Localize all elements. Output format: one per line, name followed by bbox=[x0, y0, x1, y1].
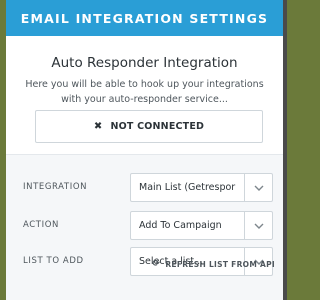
refresh-list-label: REFRESH LIST FROM API bbox=[165, 259, 275, 269]
integration-row: INTEGRATION Main List (Getrespor bbox=[6, 173, 283, 202]
section-title: Auto Responder Integration bbox=[51, 55, 238, 71]
action-select-value: Add To Campaign bbox=[139, 220, 222, 231]
panel-header: EMAIL INTEGRATION SETTINGS bbox=[6, 0, 283, 36]
chevron-down-icon[interactable] bbox=[244, 174, 272, 201]
integration-form: INTEGRATION Main List (Getrespor ACTION … bbox=[6, 155, 283, 300]
list-label: LIST TO ADD bbox=[23, 256, 84, 266]
refresh-icon: ⟳ bbox=[152, 259, 161, 269]
action-row: ACTION Add To Campaign bbox=[6, 211, 283, 240]
panel-title: EMAIL INTEGRATION SETTINGS bbox=[20, 10, 269, 26]
chevron-down-icon[interactable] bbox=[244, 212, 272, 239]
connection-status-button[interactable]: ✖ NOT CONNECTED bbox=[35, 110, 263, 143]
refresh-list-link[interactable]: ⟳ REFRESH LIST FROM API bbox=[153, 259, 276, 269]
integration-select-value: Main List (Getrespor bbox=[139, 182, 236, 193]
background-strip-right bbox=[283, 0, 287, 300]
connection-status-label: NOT CONNECTED bbox=[110, 121, 205, 132]
integration-label: INTEGRATION bbox=[23, 182, 88, 192]
email-integration-panel: EMAIL INTEGRATION SETTINGS Auto Responde… bbox=[6, 0, 283, 300]
action-label: ACTION bbox=[23, 220, 59, 230]
integration-select[interactable]: Main List (Getrespor bbox=[130, 173, 273, 202]
close-icon: ✖ bbox=[93, 121, 103, 132]
intro-section: Auto Responder Integration Here you will… bbox=[6, 36, 283, 155]
action-select[interactable]: Add To Campaign bbox=[130, 211, 273, 240]
section-description: Here you will be able to hook up your in… bbox=[25, 79, 264, 105]
